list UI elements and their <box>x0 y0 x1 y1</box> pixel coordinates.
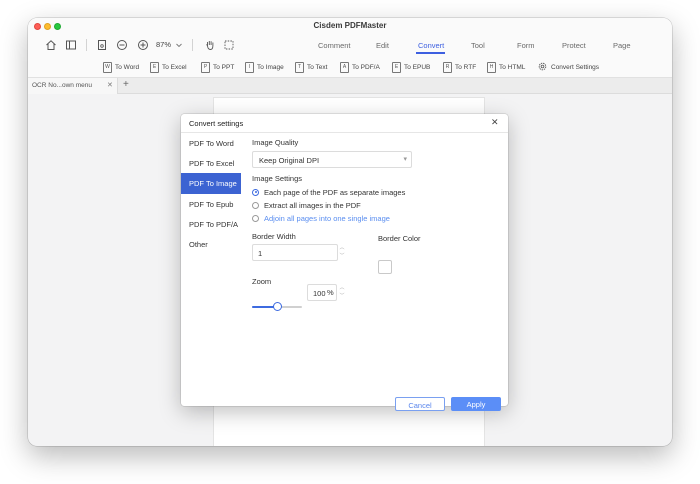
zoom-in-icon[interactable] <box>136 38 150 52</box>
to-text-label: To Text <box>307 63 328 71</box>
rtf-doc-icon: R <box>443 61 452 73</box>
close-tab-icon[interactable]: ✕ <box>107 81 113 89</box>
to-excel-label: To Excel <box>162 63 187 71</box>
to-epub-label: To EPUB <box>404 63 431 71</box>
convert-settings-dialog: Convert settings ✕ PDF To Word PDF To Ex… <box>181 114 508 411</box>
to-excel-button[interactable]: E To Excel <box>150 60 187 74</box>
to-html-button[interactable]: H To HTML <box>487 60 525 74</box>
to-epub-button[interactable]: E To EPUB <box>392 60 430 74</box>
border-width-label: Border Width <box>252 232 296 241</box>
option-extract-images-label: Extract all images in the PDF <box>264 200 361 210</box>
zoom-label: Zoom <box>252 277 272 286</box>
border-color-label: Border Color <box>378 234 421 243</box>
border-width-field[interactable]: 1 <box>252 244 338 261</box>
text-doc-icon: T <box>295 61 304 73</box>
sidebar-item-pdf-to-word[interactable]: PDF To Word <box>181 133 241 154</box>
to-html-label: To HTML <box>499 63 526 71</box>
image-doc-icon: I <box>245 61 254 73</box>
sidebar-item-pdf-to-pdfa[interactable]: PDF To PDF/A <box>181 214 241 235</box>
dialog-title: Convert settings <box>189 119 244 128</box>
excel-doc-icon: E <box>150 61 159 73</box>
radio-unselected[interactable] <box>252 201 259 209</box>
marquee-select-icon[interactable] <box>222 38 236 52</box>
to-pdfa-button[interactable]: A To PDF/A <box>340 60 380 74</box>
chevron-down-icon: ▾ <box>403 156 407 163</box>
zoom-value: 100 <box>313 289 326 298</box>
toolbar-divider <box>86 39 87 51</box>
close-icon[interactable]: ✕ <box>491 117 499 128</box>
to-rtf-label: To RTF <box>455 63 477 71</box>
zoom-slider-thumb[interactable] <box>272 302 282 311</box>
image-settings-label: Image Settings <box>252 174 303 183</box>
to-image-button[interactable]: I To Image <box>245 60 284 74</box>
tab-page[interactable]: Page <box>613 41 631 50</box>
to-ppt-button[interactable]: P To PPT <box>201 60 234 74</box>
document-tab-bar: OCR No...own menu ✕ + <box>28 78 672 94</box>
sidebar-toggle-icon[interactable] <box>64 38 78 52</box>
to-rtf-button[interactable]: R To RTF <box>443 60 476 74</box>
convert-settings-label: Convert Settings <box>551 63 600 71</box>
to-pdfa-label: To PDF/A <box>352 63 380 71</box>
tab-form[interactable]: Form <box>517 41 535 50</box>
active-tab-indicator <box>416 52 445 54</box>
tab-edit[interactable]: Edit <box>376 41 389 50</box>
to-word-button[interactable]: W To Word <box>103 60 139 74</box>
option-separate-images-label: Each page of the PDF as separate images <box>264 187 406 197</box>
app-window: Cisdem PDFMaster 87% Comment Edit Conver… <box>28 18 672 446</box>
epub-doc-icon: E <box>392 61 401 73</box>
html-doc-icon: H <box>487 61 496 73</box>
zoom-unit: % <box>327 288 334 297</box>
apply-button[interactable]: Apply <box>451 397 501 411</box>
tab-comment[interactable]: Comment <box>318 41 351 50</box>
page-view-icon[interactable] <box>95 38 109 52</box>
convert-settings-button[interactable]: Convert Settings <box>537 60 599 74</box>
zoom-stepper[interactable]: ︿ ﹀ <box>338 284 346 301</box>
document-tab[interactable]: OCR No...own menu ✕ <box>28 78 118 94</box>
add-tab-icon[interactable]: + <box>123 79 129 90</box>
sidebar-item-other[interactable]: Other <box>181 234 241 255</box>
tab-tool[interactable]: Tool <box>471 41 485 50</box>
zoom-out-icon[interactable] <box>115 38 129 52</box>
chevron-down-icon[interactable] <box>172 38 186 52</box>
cancel-button[interactable]: Cancel <box>395 397 445 411</box>
tab-convert[interactable]: Convert <box>418 41 444 50</box>
to-image-label: To Image <box>257 63 284 71</box>
radio-selected[interactable] <box>252 188 259 196</box>
document-tab-name: OCR No...own menu <box>32 82 92 89</box>
image-quality-label: Image Quality <box>252 138 299 147</box>
radio-unselected[interactable] <box>252 214 259 222</box>
hand-tool-icon[interactable] <box>203 38 217 52</box>
title-bar: Cisdem PDFMaster 87% Comment Edit Conver… <box>28 18 672 78</box>
border-width-stepper[interactable]: ︿ ﹀ <box>338 244 346 261</box>
image-quality-select[interactable]: Keep Original DPI ▾ <box>252 151 412 168</box>
to-text-button[interactable]: T To Text <box>295 60 327 74</box>
tab-protect[interactable]: Protect <box>562 41 586 50</box>
home-icon[interactable] <box>44 38 58 52</box>
sidebar-item-pdf-to-excel[interactable]: PDF To Excel <box>181 153 241 174</box>
option-separate-images[interactable]: Each page of the PDF as separate images <box>252 187 405 197</box>
option-adjoin-pages-label: Adjoin all pages into one single image <box>264 213 390 223</box>
pdfa-doc-icon: A <box>340 61 349 73</box>
toolbar-divider <box>192 39 193 51</box>
option-adjoin-pages[interactable]: Adjoin all pages into one single image <box>252 213 390 223</box>
gear-icon <box>537 61 548 74</box>
sidebar-item-pdf-to-image[interactable]: PDF To Image <box>181 173 241 194</box>
app-title: Cisdem PDFMaster <box>313 21 387 30</box>
option-extract-images[interactable]: Extract all images in the PDF <box>252 200 361 210</box>
zoom-level[interactable]: 87% <box>156 40 171 49</box>
to-word-label: To Word <box>115 63 140 71</box>
sidebar-item-pdf-to-epub[interactable]: PDF To Epub <box>181 194 241 215</box>
image-quality-value: Keep Original DPI <box>259 156 320 165</box>
to-ppt-label: To PPT <box>213 63 235 71</box>
word-doc-icon: W <box>103 61 112 73</box>
ppt-doc-icon: P <box>201 61 210 73</box>
border-color-swatch[interactable] <box>378 260 392 274</box>
